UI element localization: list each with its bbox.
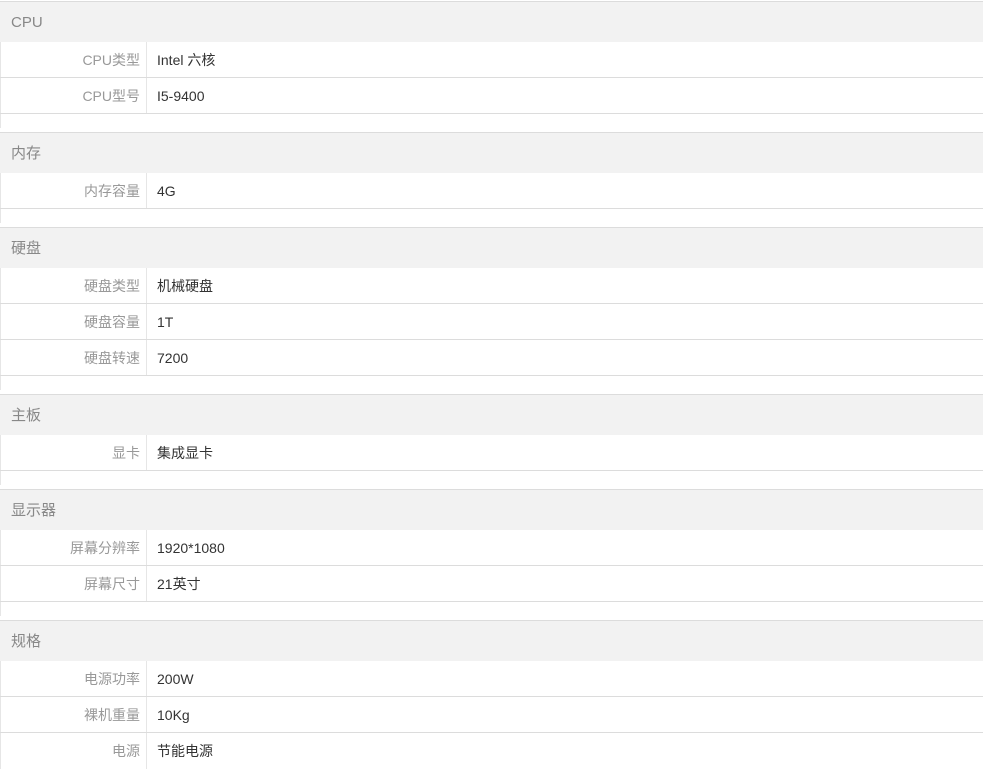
section-disk: 硬盘 硬盘类型 机械硬盘 硬盘容量 1T 硬盘转速 7200: [0, 227, 983, 390]
table-row: 屏幕尺寸 21英寸: [0, 566, 983, 602]
row-label: CPU型号: [0, 78, 147, 113]
spec-table: CPU CPU类型 Intel 六核 CPU型号 I5-9400 内存 内存容量…: [0, 0, 988, 769]
section-divider: [0, 209, 1, 223]
section-divider: [0, 471, 1, 485]
row-value: 1920*1080: [157, 540, 225, 556]
section-divider: [0, 602, 1, 616]
table-row: CPU类型 Intel 六核: [0, 42, 983, 78]
row-value: I5-9400: [157, 88, 205, 104]
section-title: CPU: [0, 2, 983, 42]
table-row: 裸机重量 10Kg: [0, 697, 983, 733]
table-row: 内存容量 4G: [0, 173, 983, 209]
row-value: 21英寸: [157, 576, 201, 592]
section-cpu: CPU CPU类型 Intel 六核 CPU型号 I5-9400: [0, 1, 983, 128]
table-row: 屏幕分辨率 1920*1080: [0, 530, 983, 566]
row-label: 显卡: [0, 435, 147, 470]
table-row: CPU型号 I5-9400: [0, 78, 983, 114]
section-specs: 规格 电源功率 200W 裸机重量 10Kg 电源 节能电源: [0, 620, 983, 769]
row-label: 内存容量: [0, 173, 147, 208]
table-row: 显卡 集成显卡: [0, 435, 983, 471]
section-title: 显示器: [0, 490, 983, 530]
row-value: 集成显卡: [157, 445, 213, 461]
table-row: 硬盘转速 7200: [0, 340, 983, 376]
row-value: 200W: [157, 671, 194, 687]
section-memory: 内存 内存容量 4G: [0, 132, 983, 223]
section-title: 主板: [0, 395, 983, 435]
row-label: 电源功率: [0, 661, 147, 696]
section-display: 显示器 屏幕分辨率 1920*1080 屏幕尺寸 21英寸: [0, 489, 983, 616]
section-motherboard: 主板 显卡 集成显卡: [0, 394, 983, 485]
row-label: 电源: [0, 733, 147, 769]
row-value: 1T: [157, 314, 174, 330]
row-label: CPU类型: [0, 42, 147, 77]
section-divider: [0, 114, 1, 128]
row-value: 7200: [157, 350, 189, 366]
row-value: 10Kg: [157, 707, 190, 723]
row-label: 屏幕尺寸: [0, 566, 147, 601]
section-title: 规格: [0, 621, 983, 661]
row-label: 屏幕分辨率: [0, 530, 147, 565]
table-row: 电源 节能电源: [0, 733, 983, 769]
section-divider: [0, 376, 1, 390]
row-value: 4G: [157, 183, 176, 199]
row-label: 硬盘转速: [0, 340, 147, 375]
row-label: 裸机重量: [0, 697, 147, 732]
table-row: 硬盘容量 1T: [0, 304, 983, 340]
row-value: 机械硬盘: [157, 278, 213, 294]
row-label: 硬盘类型: [0, 268, 147, 303]
table-row: 硬盘类型 机械硬盘: [0, 268, 983, 304]
row-value: 节能电源: [157, 743, 213, 759]
section-title: 硬盘: [0, 228, 983, 268]
row-label: 硬盘容量: [0, 304, 147, 339]
section-title: 内存: [0, 133, 983, 173]
table-row: 电源功率 200W: [0, 661, 983, 697]
row-value: Intel 六核: [157, 52, 216, 68]
